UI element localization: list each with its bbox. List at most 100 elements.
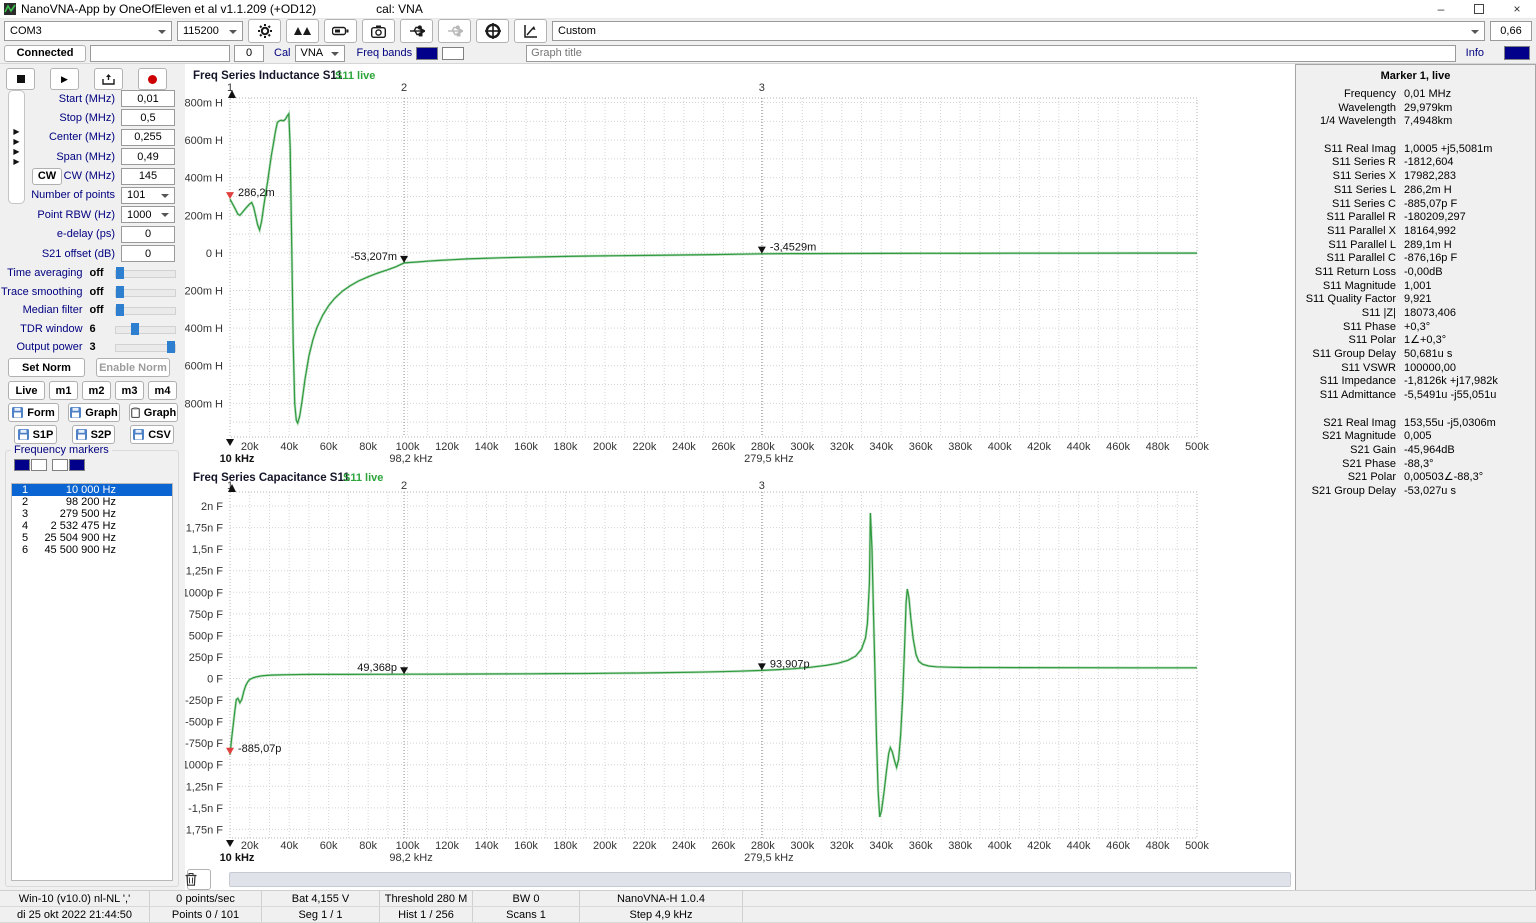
m4-button[interactable]: m4 bbox=[148, 381, 177, 400]
m2-button[interactable]: m2 bbox=[82, 381, 111, 400]
address-input[interactable] bbox=[90, 45, 230, 62]
select-value: 1000 bbox=[127, 209, 151, 221]
s21-offset-db--input[interactable]: 0 bbox=[121, 245, 175, 262]
readout-label: S21 Gain bbox=[1296, 444, 1396, 458]
stop-button[interactable] bbox=[6, 68, 35, 90]
stop-mhz--input[interactable]: 0,5 bbox=[121, 109, 175, 126]
status-cell bbox=[743, 891, 1536, 906]
cw-mhz--input[interactable]: 145 bbox=[121, 168, 175, 185]
marker-readout-title: Marker 1, live bbox=[1296, 65, 1535, 88]
battery-button[interactable] bbox=[324, 19, 357, 43]
x-tick-label: 240k bbox=[672, 840, 696, 852]
slider-thumb[interactable] bbox=[167, 341, 175, 353]
floppy-icon bbox=[133, 429, 144, 440]
point-rbw-hz--select[interactable]: 1000 bbox=[121, 206, 175, 223]
tdr-window-slider[interactable] bbox=[115, 322, 176, 336]
open-button[interactable] bbox=[94, 68, 123, 90]
number-of-points-select[interactable]: 101 bbox=[121, 187, 175, 204]
marker-list-item[interactable]: 298 200 Hz bbox=[12, 496, 172, 508]
field-row-2: Center (MHz)0,255 bbox=[0, 129, 185, 146]
marker-freq-label: 10 kHz bbox=[220, 852, 255, 864]
minimize-button[interactable]: – bbox=[1422, 0, 1460, 18]
center-mhz--input[interactable]: 0,255 bbox=[121, 129, 175, 146]
graph-setup-button[interactable] bbox=[514, 19, 547, 43]
marker-color-swatch-0[interactable] bbox=[14, 459, 30, 471]
x-tick-label: 40k bbox=[280, 840, 298, 852]
save-graph-button[interactable]: Graph bbox=[68, 403, 120, 422]
usb-disconnect-button[interactable] bbox=[438, 19, 471, 43]
record-button[interactable] bbox=[138, 68, 167, 90]
usb-connect-button[interactable] bbox=[400, 19, 433, 43]
enable-norm-button[interactable]: Enable Norm bbox=[96, 358, 170, 377]
readout-row: S21 Gain-45,964dB bbox=[1296, 444, 1535, 458]
m3-button[interactable]: m3 bbox=[115, 381, 144, 400]
set-norm-button[interactable]: Set Norm bbox=[8, 358, 85, 377]
clear-markers-button[interactable] bbox=[187, 869, 211, 890]
play-button[interactable]: ▶ bbox=[50, 68, 79, 90]
freq-bands-bg-swatch[interactable] bbox=[442, 47, 464, 60]
baud-select[interactable]: 115200 bbox=[177, 21, 243, 41]
save-form-button[interactable]: Form bbox=[8, 403, 59, 422]
readout-value: 1,0005 +j5,5081m bbox=[1404, 143, 1492, 157]
chart-scrollbar[interactable] bbox=[229, 872, 1291, 887]
save-csv-button[interactable]: CSV bbox=[130, 425, 174, 444]
trace-smoothing-slider[interactable] bbox=[115, 285, 176, 299]
output-power-slider[interactable] bbox=[115, 340, 176, 354]
toolbar-main: COM3 115200 Custom 0,66 bbox=[0, 19, 1536, 43]
com-port-select[interactable]: COM3 bbox=[4, 21, 172, 41]
median-filter-slider[interactable] bbox=[115, 303, 176, 317]
y-tick-label: 400m H bbox=[185, 173, 223, 185]
save-s1p-button[interactable]: S1P bbox=[14, 425, 57, 444]
settings-button[interactable] bbox=[248, 19, 281, 43]
status-bar: Win-10 (v10.0) nl-NL ','0 points/secBat … bbox=[0, 890, 1536, 923]
marker-color-swatch-3[interactable] bbox=[69, 459, 85, 471]
scale-input[interactable]: 0,66 bbox=[1490, 21, 1532, 41]
m1-button[interactable]: m1 bbox=[49, 381, 78, 400]
time-averaging-slider[interactable] bbox=[115, 266, 176, 280]
x-tick-label: 380k bbox=[948, 441, 972, 453]
info-color-swatch[interactable] bbox=[1504, 46, 1530, 60]
field-label: Stop (MHz) bbox=[28, 112, 115, 124]
span-mhz--input[interactable]: 0,49 bbox=[121, 148, 175, 165]
marker-list-item[interactable]: 3279 500 Hz bbox=[12, 508, 172, 520]
readout-row: S11 Parallel R-180209,297 bbox=[1296, 211, 1535, 225]
readout-row: Frequency0,01 MHz bbox=[1296, 88, 1535, 102]
readout-row: S11 Polar1∠+0,3° bbox=[1296, 334, 1535, 348]
preset-select[interactable]: Custom bbox=[552, 21, 1485, 41]
freq-bands-color-swatch[interactable] bbox=[416, 47, 438, 60]
marker-number: 3 bbox=[12, 508, 38, 520]
marker-color-swatch-1[interactable] bbox=[31, 459, 47, 471]
count-input[interactable]: 0 bbox=[234, 45, 264, 62]
inductance-chart[interactable]: 800m H600m H400m H200m H0 H-200m H-400m … bbox=[185, 64, 1295, 468]
frequency-markers-list[interactable]: 110 000 Hz298 200 Hz3279 500 Hz42 532 47… bbox=[11, 483, 173, 881]
close-button[interactable]: × bbox=[1498, 0, 1536, 18]
live-button[interactable]: Live bbox=[8, 381, 45, 400]
marker-list-item[interactable]: 42 532 475 Hz bbox=[12, 520, 172, 532]
readout-row: S11 Phase+0,3° bbox=[1296, 321, 1535, 335]
field-row-0: Start (MHz)0,01 bbox=[0, 90, 185, 107]
marker-value-label: -53,207m bbox=[351, 251, 397, 263]
marker-list-item[interactable]: 110 000 Hz bbox=[12, 484, 172, 496]
cw-button[interactable]: CW bbox=[32, 168, 62, 185]
e-delay-ps--input[interactable]: 0 bbox=[121, 226, 175, 243]
cal-select[interactable]: VNA bbox=[295, 45, 345, 62]
maximize-button[interactable] bbox=[1460, 0, 1498, 18]
slider-thumb[interactable] bbox=[116, 304, 124, 316]
marker-list-item[interactable]: 645 500 900 Hz bbox=[12, 544, 172, 556]
markers-button[interactable] bbox=[286, 19, 319, 43]
copy-graph-button[interactable]: Graph bbox=[129, 403, 178, 422]
start-mhz--input[interactable]: 0,01 bbox=[121, 90, 175, 107]
connected-button[interactable]: Connected bbox=[4, 45, 86, 62]
screenshot-button[interactable] bbox=[362, 19, 395, 43]
save-s2p-button[interactable]: S2P bbox=[72, 425, 115, 444]
capacitance-chart[interactable]: 2n F1,75n F1,5n F1,25n F1000p F750p F500… bbox=[185, 468, 1295, 868]
slider-thumb[interactable] bbox=[131, 323, 139, 335]
marker-color-swatch-2[interactable] bbox=[52, 459, 68, 471]
slider-thumb[interactable] bbox=[116, 267, 124, 279]
slider-thumb[interactable] bbox=[116, 286, 124, 298]
graph-title-input[interactable] bbox=[526, 45, 1455, 62]
x-tick-label: 300k bbox=[790, 840, 814, 852]
marker-list-item[interactable]: 525 504 900 Hz bbox=[12, 532, 172, 544]
transport-controls: ▶ bbox=[0, 64, 185, 90]
target-button[interactable] bbox=[476, 19, 509, 43]
